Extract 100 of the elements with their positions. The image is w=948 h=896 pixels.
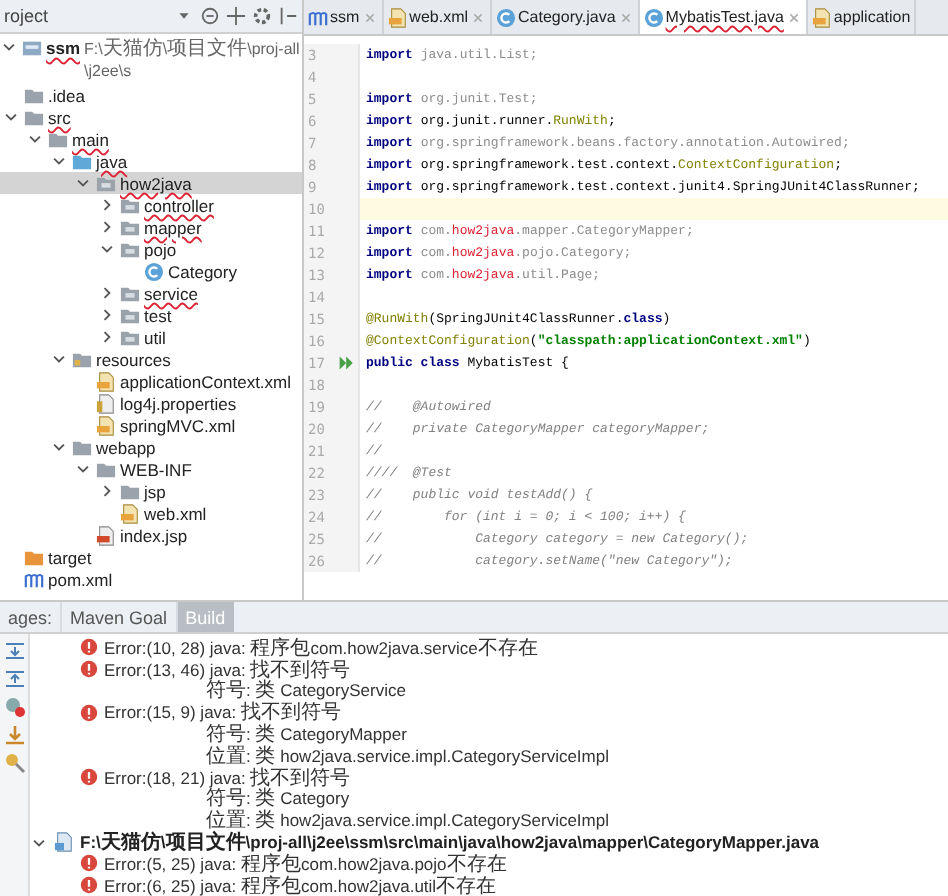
tree-item[interactable]: webapp <box>0 436 302 458</box>
tree-item[interactable]: mapper <box>0 216 302 238</box>
tree-item[interactable]: pom.xml <box>0 568 302 590</box>
tree-label: ssm <box>46 38 81 58</box>
expanded-caret-icon[interactable] <box>98 240 116 258</box>
package-icon <box>120 239 140 259</box>
package-icon <box>120 327 140 347</box>
expanded-caret-icon[interactable] <box>74 460 92 478</box>
tree-item[interactable]: web.xml <box>0 502 302 524</box>
tree-label: index.jsp <box>120 525 188 545</box>
error-detail: 符号: 类 Category <box>206 787 350 811</box>
tree-item[interactable]: springMVC.xml <box>0 414 302 436</box>
tree-item[interactable]: index.jsp <box>0 524 302 546</box>
tree-item[interactable]: how2java <box>0 172 302 194</box>
tree-item[interactable]: service <box>0 282 302 304</box>
tree-item[interactable]: target <box>0 546 302 568</box>
folder-icon <box>24 547 44 567</box>
collapsed-caret-icon[interactable] <box>98 284 116 302</box>
tree-label: target <box>48 547 92 567</box>
tree-label: util <box>144 327 166 347</box>
error-detail: 位置: 类 how2java.service.impl.CategoryServiceImpl <box>206 744 609 768</box>
error-detail: 符号: 类 CategoryMapper <box>206 722 407 747</box>
expanded-caret-icon[interactable] <box>74 174 92 192</box>
collapsed-caret-icon[interactable] <box>98 218 116 236</box>
maven-icon <box>24 569 44 589</box>
tree-item[interactable]: .idea <box>0 84 302 106</box>
tree-item[interactable]: WEB-INF <box>0 458 302 480</box>
expanded-caret-icon[interactable] <box>26 130 44 148</box>
module-icon <box>22 38 42 58</box>
expand-all-icon[interactable] <box>3 640 25 663</box>
editor-tab[interactable]: Category.java <box>492 0 640 34</box>
error-message: Error:(13, 46) java: 找不到符号 <box>104 658 351 682</box>
tree-label: WEB-INF <box>120 459 192 479</box>
tree-label: jsp <box>144 481 166 501</box>
tree-item[interactable]: main <box>0 128 302 150</box>
hide-icon <box>278 6 298 26</box>
settings-icon <box>252 6 272 26</box>
file-icon <box>811 7 832 27</box>
tree-label: log4j.properties <box>120 393 237 413</box>
editor-tab[interactable]: ssm <box>304 0 384 34</box>
tree-item[interactable]: src <box>0 106 302 128</box>
expanded-caret-icon[interactable] <box>50 152 68 170</box>
tree-item[interactable]: java <box>0 150 302 172</box>
editor-tab[interactable]: application <box>807 0 917 34</box>
tree-label: pom.xml <box>48 569 113 589</box>
tree-label: applicationContext.xml <box>120 371 292 391</box>
tree-label: springMVC.xml <box>120 415 236 435</box>
tree-item[interactable]: Category <box>0 260 302 282</box>
class-icon <box>496 7 517 27</box>
error-detail: 符号: 类 CategoryService <box>206 679 406 703</box>
tree-label: main <box>72 129 109 149</box>
tree-label: resources <box>96 349 171 369</box>
editor-tab[interactable]: web.xml <box>383 0 493 34</box>
tree-label: Category <box>168 261 237 281</box>
error-icon <box>80 768 98 787</box>
tree-item[interactable]: util <box>0 326 302 348</box>
tree-label: src <box>48 107 71 127</box>
file-icon <box>387 7 408 27</box>
tree-item[interactable]: resources <box>0 348 302 370</box>
editor-tab[interactable]: MybatisTest.java <box>639 0 808 34</box>
collapse-all-icon[interactable] <box>3 668 25 691</box>
package-icon <box>96 173 116 193</box>
file-icon <box>54 832 74 852</box>
folder-icon <box>72 349 92 369</box>
tree-item[interactable]: log4j.properties <box>0 392 302 414</box>
collapsed-caret-icon[interactable] <box>98 306 116 324</box>
tree-label: java <box>96 151 128 171</box>
expanded-caret-icon[interactable] <box>50 350 68 368</box>
maven-icon <box>308 7 328 27</box>
file-icon <box>96 525 116 545</box>
package-icon <box>120 195 140 215</box>
tree-item[interactable]: controller <box>0 194 302 216</box>
tree-item[interactable]: ssm F:\天猫仿\项目文件\proj-all\j2ee\s <box>0 36 302 84</box>
error-message: Error:(18, 21) java: 找不到符号 <box>104 766 351 790</box>
file-icon <box>96 371 116 391</box>
file-path: F:\天猫仿\项目文件\proj-all\j2ee\s <box>84 38 302 82</box>
collapse-icon <box>226 6 246 26</box>
tree-label: web.xml <box>144 503 207 523</box>
tree-item[interactable]: pojo <box>0 238 302 260</box>
expanded-caret-icon[interactable] <box>0 38 18 56</box>
package-icon <box>120 283 140 303</box>
collapsed-caret-icon[interactable] <box>98 328 116 346</box>
export-icon[interactable] <box>3 724 25 747</box>
tree-label: webapp <box>96 437 156 457</box>
error-icon <box>80 854 98 873</box>
collapsed-caret-icon[interactable] <box>98 482 116 500</box>
file-icon <box>120 503 140 523</box>
expanded-caret-icon[interactable] <box>50 438 68 456</box>
tree-item[interactable]: test <box>0 304 302 326</box>
class-icon <box>144 261 164 281</box>
error-icon <box>80 660 98 679</box>
errors-filter-icon[interactable] <box>3 696 25 719</box>
error-message: Error:(10, 28) java: 程序包com.how2java.service不存在 <box>104 635 538 660</box>
collapsed-caret-icon[interactable] <box>98 196 116 214</box>
tree-item[interactable]: applicationContext.xml <box>0 370 302 392</box>
tree-label: service <box>144 283 198 303</box>
tree-item[interactable]: jsp <box>0 480 302 502</box>
package-icon <box>120 217 140 237</box>
panel-title: roject <box>4 6 49 26</box>
expanded-caret-icon[interactable] <box>2 108 20 126</box>
